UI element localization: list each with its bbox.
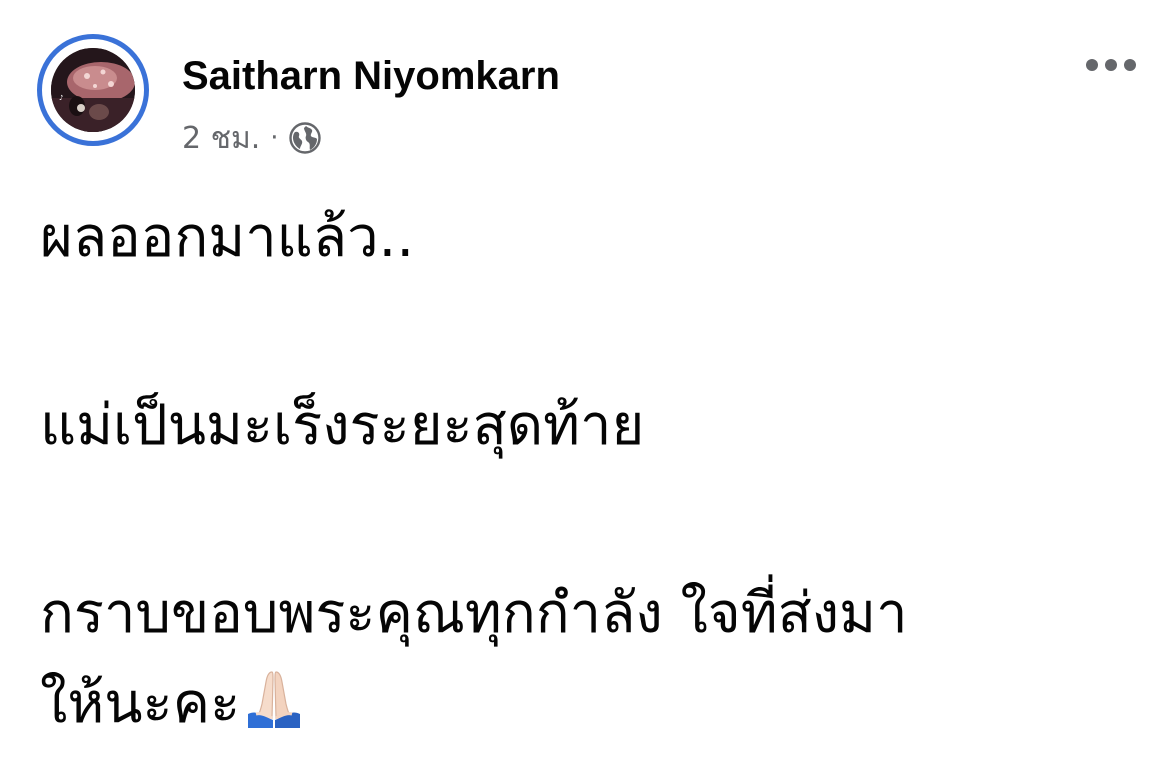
profile-photo-icon: ♪	[51, 48, 135, 132]
folded-hands-icon	[242, 666, 306, 730]
post-text-line: กราบขอบพระคุณทุกกำลัง ใจที่ส่งมา	[40, 581, 908, 646]
author-name[interactable]: Saitharn Niyomkarn	[182, 52, 560, 100]
svg-text:♪: ♪	[59, 94, 63, 102]
post-text-line: ผลออกมาแล้ว..	[40, 205, 415, 270]
avatar: ♪	[51, 48, 135, 132]
post-text-line: แม่เป็นมะเร็งระยะสุดท้าย	[40, 393, 645, 458]
globe-icon[interactable]	[288, 122, 321, 154]
post-meta: 2 ชม. ·	[182, 118, 321, 158]
meta-separator: ·	[270, 123, 279, 153]
more-horizontal-icon[interactable]	[1084, 52, 1138, 78]
post-text-line-last: ให้นะคะ	[40, 662, 306, 746]
author-avatar[interactable]: ♪	[37, 34, 149, 146]
post-timestamp[interactable]: 2 ชม.	[182, 115, 260, 162]
post-text-line: ให้นะคะ	[40, 671, 241, 736]
post-header: ♪ Saitharn Niyomkarn 2 ชม. ·	[0, 0, 1170, 170]
